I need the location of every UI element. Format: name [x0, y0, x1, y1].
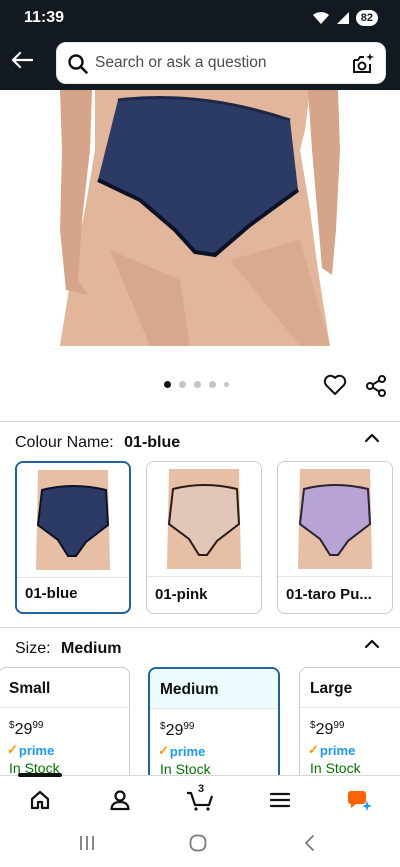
size-option-price: $2999	[160, 721, 195, 739]
prime-badge: ✓ prime	[308, 742, 355, 758]
prime-check-icon: ✓	[158, 743, 169, 758]
price-dollars: 29	[14, 721, 33, 738]
stock-status: In Stock	[310, 760, 361, 776]
nav-account[interactable]	[106, 786, 134, 814]
carousel-dot[interactable]	[224, 382, 229, 387]
back-arrow-icon	[11, 51, 33, 69]
nav-cart[interactable]: 3	[186, 783, 214, 814]
colour-option-taro[interactable]: 01-taro Pu...	[277, 461, 393, 614]
carousel-dot[interactable]	[194, 381, 201, 388]
price-cents: 99	[32, 720, 44, 731]
colour-thumbnail	[147, 462, 261, 577]
prime-label: prime	[169, 743, 206, 759]
colour-option-name: 01-blue	[25, 585, 78, 602]
colour-label: Colour Name: 01-blue	[15, 434, 180, 452]
share-icon	[366, 375, 386, 397]
carousel-dot[interactable]	[209, 381, 216, 388]
rufus-icon	[348, 791, 372, 811]
bottom-nav: 3	[0, 773, 400, 821]
product-image[interactable]	[0, 90, 400, 346]
colour-selected-value: 01-blue	[124, 434, 181, 451]
prime-label: prime	[18, 742, 55, 758]
size-option-price: $2999	[310, 720, 345, 738]
wishlist-button[interactable]	[323, 374, 347, 401]
status-bar: 11:39 82	[0, 0, 400, 36]
size-option-small[interactable]: Small $2999 ✓ prime In Stock	[0, 667, 130, 787]
colour-option-name: 01-pink	[155, 586, 208, 603]
prime-check-icon: ✓	[7, 742, 18, 757]
active-tab-indicator	[18, 773, 62, 777]
status-icons: 82	[312, 10, 378, 26]
home-icon	[30, 790, 50, 810]
colour-thumbnail	[278, 462, 392, 577]
price-cents: 99	[333, 720, 345, 731]
prime-badge: ✓ prime	[7, 742, 54, 758]
prime-badge: ✓ prime	[158, 743, 205, 759]
battery-indicator: 82	[355, 10, 378, 26]
home-button-icon[interactable]	[188, 833, 208, 853]
colour-label-text: Colour Name:	[15, 434, 114, 451]
size-label: Size: Medium	[15, 640, 121, 658]
back-button[interactable]	[8, 46, 36, 74]
camera-search-icon[interactable]	[351, 52, 375, 76]
recent-apps-icon[interactable]	[78, 833, 96, 853]
size-option-name: Small	[0, 668, 129, 708]
size-option-medium[interactable]: Medium $2999 ✓ prime In Stock	[148, 667, 280, 787]
cart-count: 3	[198, 783, 205, 795]
product-photo	[60, 90, 340, 346]
account-icon	[110, 790, 130, 811]
size-option-large[interactable]: Large $2999 ✓ prime In Stock	[299, 667, 400, 787]
chevron-up-icon[interactable]	[364, 638, 380, 650]
carousel-dot[interactable]	[179, 381, 186, 388]
prime-label: prime	[319, 742, 356, 758]
search-box[interactable]	[56, 42, 386, 84]
heart-icon	[323, 374, 347, 395]
signal-icon	[336, 12, 349, 24]
chevron-up-icon[interactable]	[364, 432, 380, 444]
colour-thumbnail	[17, 463, 129, 578]
size-selected-value: Medium	[61, 640, 122, 657]
nav-home[interactable]	[26, 786, 54, 814]
nav-menu[interactable]	[266, 786, 294, 814]
colour-option-name: 01-taro Pu...	[286, 586, 372, 603]
menu-icon	[269, 792, 291, 808]
share-button[interactable]	[364, 374, 388, 403]
system-nav-bar	[0, 821, 400, 867]
nav-rufus[interactable]	[346, 786, 374, 814]
colour-option-pink[interactable]: 01-pink	[146, 461, 262, 614]
section-divider	[0, 421, 400, 422]
colour-option-blue[interactable]: 01-blue	[15, 461, 131, 614]
carousel-dots[interactable]	[164, 381, 229, 388]
system-back-icon[interactable]	[302, 833, 318, 853]
size-label-text: Size:	[15, 640, 51, 657]
price-cents: 99	[183, 721, 195, 732]
carousel-dot[interactable]	[164, 381, 171, 388]
prime-check-icon: ✓	[308, 742, 319, 757]
wifi-icon	[312, 11, 329, 24]
status-time: 11:39	[24, 9, 65, 26]
price-dollars: 29	[315, 721, 334, 738]
section-divider	[0, 627, 400, 628]
search-icon	[68, 54, 88, 74]
app-header	[0, 36, 400, 90]
price-dollars: 29	[165, 722, 184, 739]
size-option-price: $2999	[9, 720, 44, 738]
search-input[interactable]	[95, 43, 345, 83]
size-option-name: Medium	[150, 669, 278, 709]
size-option-name: Large	[300, 668, 400, 708]
